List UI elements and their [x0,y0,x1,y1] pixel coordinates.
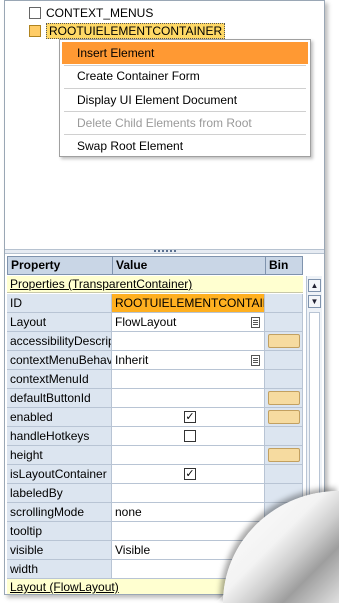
is-layout-container-checkbox[interactable]: ✓ [184,468,196,480]
property-value-cell: ✓ [112,408,265,427]
binding-cell [265,313,303,332]
property-value-input[interactable] [112,446,265,465]
property-value-input[interactable]: ROOTUIELEMENTCONTAINER [112,294,265,313]
tree-node-label: CONTEXT_MENUS [46,6,154,20]
property-value-input[interactable] [112,332,265,351]
table-row: enabled ✓ [7,408,303,427]
property-value-text: Inherit [115,353,149,367]
table-row: Layout FlowLayout [7,313,303,332]
container-icon [29,25,41,37]
binding-cell [265,294,303,313]
table-row: accessibilityDescription [7,332,303,351]
property-name: contextMenuBehaviour [7,351,112,370]
binding-cell [265,332,303,351]
menu-item-create-container-form[interactable]: Create Container Form [62,65,308,87]
property-name: Layout [7,313,112,332]
tree-node-root-container[interactable]: ROOTUIELEMENTCONTAINER [29,23,226,39]
scroll-up-icon[interactable]: ▲ [308,279,321,292]
binding-cell [265,389,303,408]
node-icon [29,7,41,19]
property-name: contextMenuId [7,370,112,389]
bind-button[interactable] [268,448,300,462]
property-name: enabled [7,408,112,427]
property-value-cell: ✓ [112,465,265,484]
bind-button[interactable] [268,410,300,424]
table-row: handleHotkeys [7,427,303,446]
property-value-input[interactable] [112,484,265,503]
property-name: scrollingMode [7,503,112,522]
scroll-down-icon[interactable]: ▼ [308,295,321,308]
property-name: labeledBy [7,484,112,503]
group-header-properties[interactable]: Properties (TransparentContainer) [7,276,303,293]
table-row: contextMenuBehaviour Inherit [7,351,303,370]
column-header-value[interactable]: Value [112,256,266,275]
property-name: defaultButtonId [7,389,112,408]
binding-cell [265,465,303,484]
table-row: scrollingMode none [7,503,303,522]
property-value-select[interactable]: FlowLayout [112,313,265,332]
property-value-input[interactable]: none [112,503,265,522]
enabled-checkbox[interactable]: ✓ [184,411,196,423]
property-value-select[interactable]: Inherit [112,351,265,370]
property-name: height [7,446,112,465]
tree-node-context-menus[interactable]: CONTEXT_MENUS [29,5,153,21]
table-row: isLayoutContainer ✓ [7,465,303,484]
property-value-input[interactable] [112,370,265,389]
binding-cell [265,351,303,370]
splitter-grip-icon [154,250,176,253]
table-row: contextMenuId [7,370,303,389]
property-name: visible [7,541,112,560]
menu-item-delete-child-elements: Delete Child Elements from Root [77,116,252,130]
bind-button[interactable] [268,391,300,405]
ui-element-tree: CONTEXT_MENUS ROOTUIELEMENTCONTAINER Ins… [5,1,324,249]
property-name: accessibilityDescription [7,332,112,351]
handle-hotkeys-checkbox[interactable] [184,430,196,442]
binding-cell [265,370,303,389]
column-header-property[interactable]: Property [7,256,113,275]
view-editor-window: CONTEXT_MENUS ROOTUIELEMENTCONTAINER Ins… [4,0,325,595]
property-value-input[interactable] [112,522,265,541]
binding-cell [265,446,303,465]
bind-button[interactable] [268,334,300,348]
panel-splitter[interactable] [5,249,324,254]
property-name: ID [7,294,112,313]
context-menu: Insert Element Create Container Form Dis… [59,39,311,157]
table-row: labeledBy [7,484,303,503]
table-row: ID ROOTUIELEMENTCONTAINER [7,294,303,313]
property-value-input[interactable] [112,389,265,408]
property-name: isLayoutContainer [7,465,112,484]
menu-item-insert-element[interactable]: Insert Element [62,42,308,64]
binding-cell [265,427,303,446]
property-name: tooltip [7,522,112,541]
menu-item-display-ui-element-document[interactable]: Display UI Element Document [62,89,308,111]
menu-item-swap-root-element[interactable]: Swap Root Element [62,135,308,157]
column-header-binding[interactable]: Bin [265,256,303,275]
value-help-icon[interactable] [251,355,260,366]
tree-node-label: ROOTUIELEMENTCONTAINER [46,23,226,39]
binding-cell [265,408,303,427]
table-row: height [7,446,303,465]
table-row: defaultButtonId [7,389,303,408]
property-value-text: FlowLayout [115,315,177,329]
property-name: handleHotkeys [7,427,112,446]
value-help-icon[interactable] [251,317,260,328]
property-value-cell [112,427,265,446]
property-name: width [7,560,112,579]
